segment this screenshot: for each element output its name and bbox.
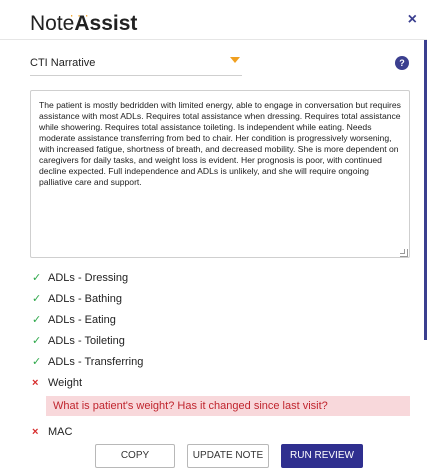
checklist-item: ✓ ADLs - Dressing [30,270,410,291]
logo-dots-icon: · · · [70,11,90,21]
resize-grip-icon[interactable] [400,249,408,257]
check-icon: ✓ [32,335,42,347]
checklist-item: × Weight [30,375,410,396]
checklist-item: ✓ ADLs - Eating [30,312,410,333]
update-note-button[interactable]: UPDATE NOTE [187,444,269,468]
narrative-type-value: CTI Narrative [30,57,96,69]
action-footer: COPY UPDATE NOTE RUN REVIEW [0,441,427,471]
checklist-item-label: Weight [48,377,83,389]
logo-text-assist: · · · Assist [70,11,137,35]
help-icon[interactable]: ? [395,56,409,70]
checklist-item: ✓ ADLs - Toileting [30,333,410,354]
note-assist-logo: Note · · · Assist [30,11,137,36]
checklist-item-label: ADLs - Bathing [48,293,122,305]
run-review-button[interactable]: RUN REVIEW [281,444,363,468]
narrative-textarea[interactable]: The patient is mostly bedridden with lim… [30,90,410,258]
check-icon: ✓ [32,293,42,305]
narrative-type-select[interactable]: CTI Narrative [30,54,242,76]
check-icon: ✓ [32,314,42,326]
checklist-item-label: MAC [48,426,73,438]
review-checklist: ✓ ADLs - Dressing ✓ ADLs - Bathing ✓ ADL… [30,270,410,453]
missing-info-alert: What is patient's weight? Has it changed… [46,396,410,416]
x-mark-icon: × [32,426,39,438]
chevron-down-icon [230,57,240,63]
check-icon: ✓ [32,272,42,284]
logo-text-note: Note [30,12,75,35]
checklist-item: ✓ ADLs - Transferring [30,354,410,375]
close-icon[interactable]: × [408,12,417,28]
checklist-item-label: ADLs - Eating [48,314,116,326]
note-assist-panel: Note · · · Assist × CTI Narrative ? The pa… [0,0,427,471]
checklist-item: ✓ ADLs - Bathing [30,291,410,312]
check-icon: ✓ [32,356,42,368]
checklist-item-label: ADLs - Toileting [48,335,125,347]
panel-header: Note · · · Assist × [0,0,427,40]
checklist-item-label: ADLs - Transferring [48,356,144,368]
copy-button[interactable]: COPY [95,444,175,468]
checklist-item-label: ADLs - Dressing [48,272,129,284]
x-mark-icon: × [32,377,39,389]
